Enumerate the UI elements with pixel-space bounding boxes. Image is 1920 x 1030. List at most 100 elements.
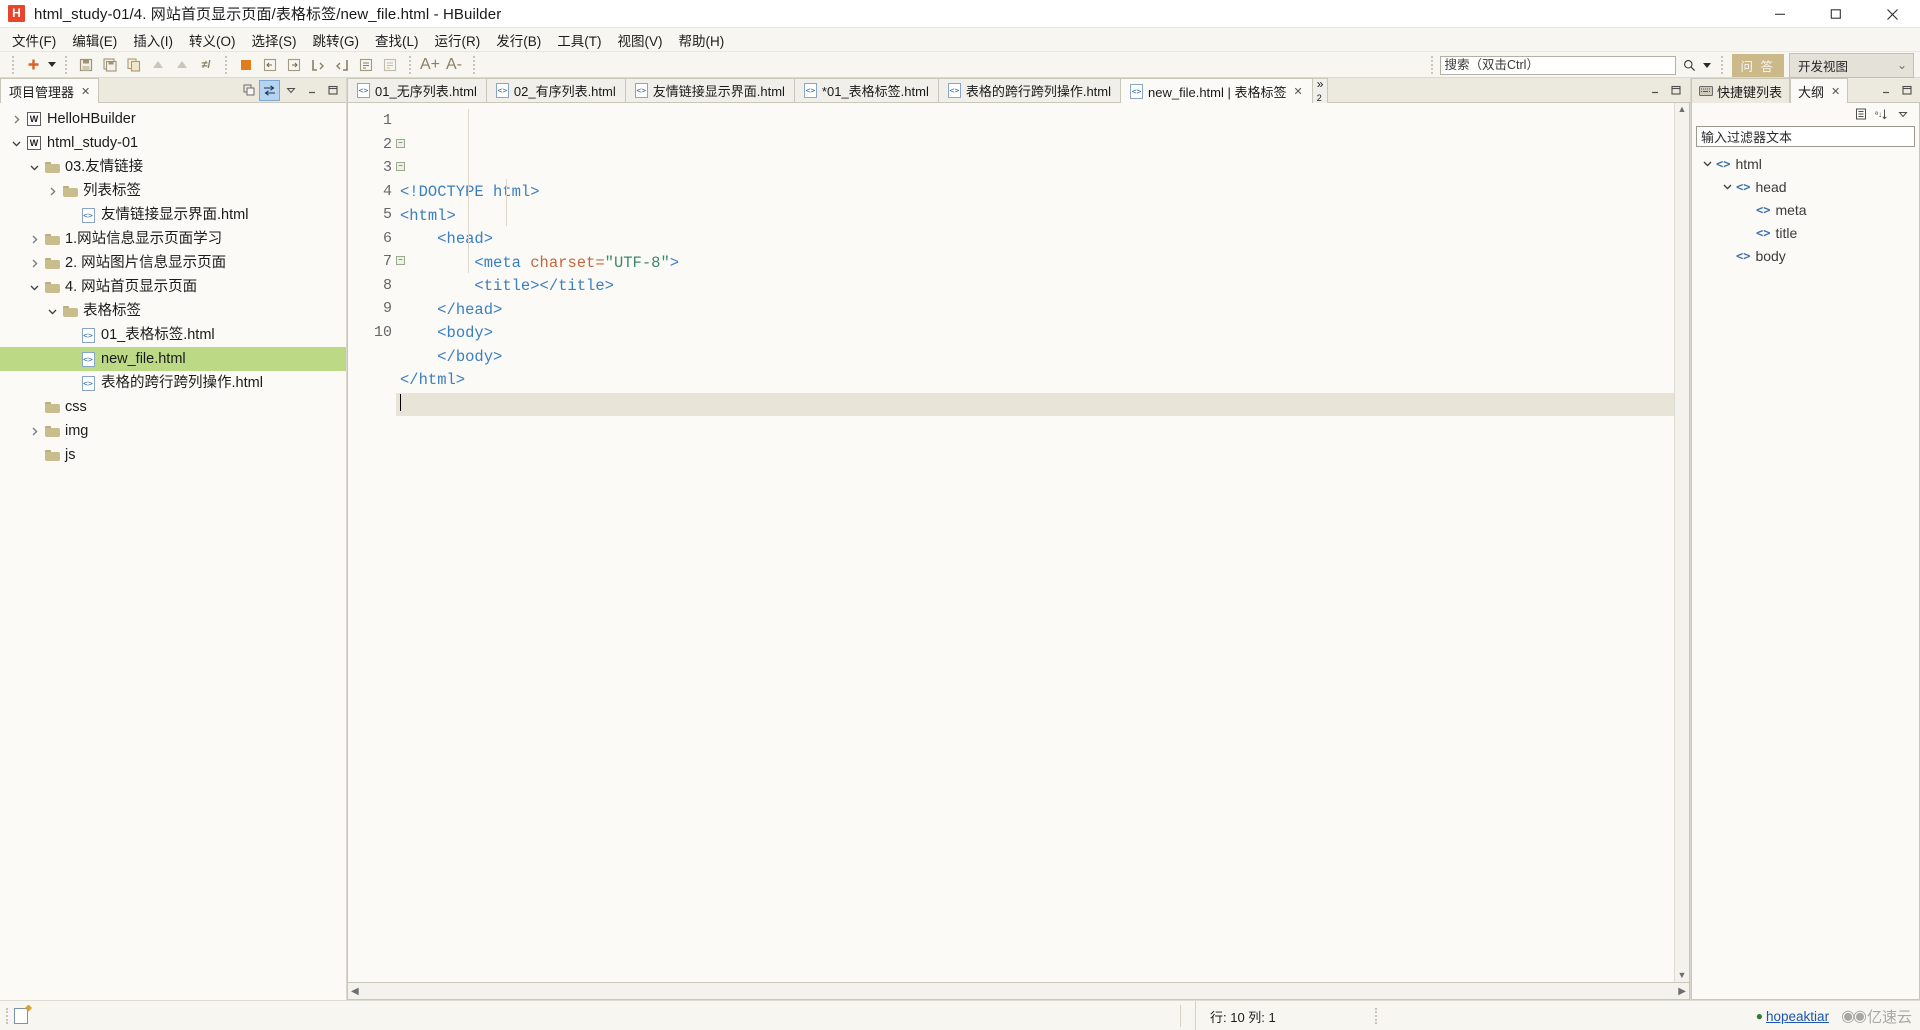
tree-twisty-icon[interactable] xyxy=(8,131,24,155)
code-line[interactable]: </body> xyxy=(396,346,1674,370)
tree-twisty-icon[interactable] xyxy=(26,227,42,251)
tree-item-folder[interactable]: js xyxy=(0,443,346,467)
minimize-icon[interactable] xyxy=(1645,81,1664,100)
font-increase-icon[interactable]: A+ xyxy=(418,54,442,76)
editor-tab[interactable]: <> 01_无序列表.html xyxy=(347,78,487,103)
tree-item-folder[interactable]: 列表标签 xyxy=(0,179,346,203)
stop-icon[interactable] xyxy=(234,54,258,76)
tree-twisty-icon[interactable] xyxy=(26,419,42,443)
editor-horizontal-scrollbar[interactable]: ◀ ▶ xyxy=(347,983,1690,1000)
toggle-panel-icon[interactable] xyxy=(14,1007,28,1024)
sort-icon[interactable]: ª↓ xyxy=(1872,105,1891,124)
code-line[interactable] xyxy=(396,392,1674,416)
tree-twisty-icon[interactable] xyxy=(26,275,42,299)
tree-twisty-icon[interactable] xyxy=(8,107,24,131)
tree-twisty-icon[interactable] xyxy=(62,347,78,371)
tree-twisty-icon[interactable] xyxy=(62,203,78,227)
outline-item[interactable]: <> html xyxy=(1692,152,1919,175)
minimize-icon[interactable] xyxy=(1876,81,1895,100)
indent-right-icon[interactable] xyxy=(282,54,306,76)
minimize-icon[interactable] xyxy=(302,81,321,100)
search-icon[interactable] xyxy=(1679,54,1701,76)
tree-item-file[interactable]: <> new_file.html xyxy=(0,347,346,371)
tree-item-project[interactable]: W HelloHBuilder xyxy=(0,107,346,131)
copy-icon[interactable] xyxy=(122,54,146,76)
search-dropdown-icon[interactable] xyxy=(1701,54,1714,76)
flat-view-icon[interactable] xyxy=(1851,105,1870,124)
outline-filter-input[interactable]: 输入过滤器文本 xyxy=(1696,126,1915,147)
tab-shortcut-list[interactable]: 快捷键列表 xyxy=(1691,78,1791,103)
menu-insert[interactable]: 插入(I) xyxy=(125,28,181,52)
menu-help[interactable]: 帮助(H) xyxy=(671,28,733,52)
outline-twisty-icon[interactable] xyxy=(1718,181,1736,192)
menu-edit[interactable]: 编辑(E) xyxy=(64,28,125,52)
close-icon[interactable]: ✕ xyxy=(81,85,90,98)
code-line[interactable]: <body> xyxy=(396,322,1674,346)
view-menu-icon[interactable] xyxy=(281,81,300,100)
menu-view[interactable]: 视图(V) xyxy=(610,28,671,52)
scroll-up-icon[interactable]: ▲ xyxy=(1678,105,1687,114)
tab-project-explorer[interactable]: 项目管理器 ✕ xyxy=(0,78,100,103)
qa-button[interactable]: 问 答 xyxy=(1731,53,1784,77)
close-button[interactable] xyxy=(1864,0,1920,28)
code-line[interactable]: <!DOCTYPE html> xyxy=(396,181,1674,205)
tree-item-file[interactable]: <> 友情链接显示界面.html xyxy=(0,203,346,227)
scroll-right-icon[interactable]: ▶ xyxy=(1678,986,1686,997)
format-code-icon[interactable]: ≠/ xyxy=(194,54,218,76)
menu-select[interactable]: 选择(S) xyxy=(244,28,305,52)
outdent-icon[interactable] xyxy=(306,54,330,76)
code-editor[interactable]: 1 2−3− 4 5 6 7− 8 9 10 <!DOCTYPE html> <html> <he… xyxy=(347,103,1690,983)
link-with-editor-icon[interactable] xyxy=(259,79,280,101)
tree-twisty-icon[interactable] xyxy=(26,443,42,467)
search-input[interactable]: 搜索（双击Ctrl） xyxy=(1439,55,1676,75)
outline-item[interactable]: <> body xyxy=(1692,244,1919,267)
menu-run[interactable]: 运行(R) xyxy=(427,28,489,52)
save-icon[interactable] xyxy=(74,54,98,76)
menu-file[interactable]: 文件(F) xyxy=(4,28,64,52)
tree-item-folder[interactable]: 03.友情链接 xyxy=(0,155,346,179)
tree-twisty-icon[interactable] xyxy=(44,299,60,323)
editor-tab[interactable]: <> *01_表格标签.html xyxy=(793,78,939,103)
save-all-icon[interactable] xyxy=(98,54,122,76)
code-line[interactable]: </head> xyxy=(396,299,1674,323)
close-icon[interactable]: ✕ xyxy=(1293,85,1302,98)
outline-item[interactable]: <> meta xyxy=(1692,198,1919,221)
editor-tab[interactable]: <> 友情链接显示界面.html xyxy=(624,78,795,103)
tree-item-file[interactable]: <> 表格的跨行跨列操作.html xyxy=(0,371,346,395)
maximize-button[interactable] xyxy=(1808,0,1864,28)
indent-left-icon[interactable] xyxy=(258,54,282,76)
perspective-select[interactable]: 开发视图 ⌄ xyxy=(1789,52,1914,78)
undo-icon[interactable] xyxy=(146,54,170,76)
scroll-down-icon[interactable]: ▼ xyxy=(1678,971,1687,980)
tree-twisty-icon[interactable] xyxy=(26,395,42,419)
uncomment-icon[interactable] xyxy=(378,54,402,76)
tree-twisty-icon[interactable] xyxy=(26,251,42,275)
code-line[interactable]: <title></title> xyxy=(396,275,1674,299)
minimize-button[interactable] xyxy=(1752,0,1808,28)
editor-vertical-scrollbar[interactable]: ▲ ▼ xyxy=(1674,103,1689,982)
tree-item-folder[interactable]: css xyxy=(0,395,346,419)
new-file-dropdown-icon[interactable] xyxy=(45,54,58,76)
tree-item-folder[interactable]: 表格标签 xyxy=(0,299,346,323)
tab-outline[interactable]: 大纲 ✕ xyxy=(1790,78,1849,103)
scroll-left-icon[interactable]: ◀ xyxy=(351,986,359,997)
editor-tab[interactable]: <> 02_有序列表.html xyxy=(485,78,626,103)
new-file-icon[interactable] xyxy=(21,54,45,76)
tree-item-file[interactable]: <> 01_表格标签.html xyxy=(0,323,346,347)
close-icon[interactable]: ✕ xyxy=(1831,85,1840,98)
code-line[interactable]: <html> xyxy=(396,205,1674,229)
code-content[interactable]: <!DOCTYPE html> <html> <head> <meta chars… xyxy=(396,103,1674,982)
tree-twisty-icon[interactable] xyxy=(44,179,60,203)
outline-twisty-icon[interactable] xyxy=(1698,158,1716,169)
menu-publish[interactable]: 发行(B) xyxy=(488,28,549,52)
tree-twisty-icon[interactable] xyxy=(62,323,78,347)
maximize-icon[interactable] xyxy=(323,81,342,100)
code-line[interactable]: <head> xyxy=(396,228,1674,252)
tree-item-folder[interactable]: 1.网站信息显示页面学习 xyxy=(0,227,346,251)
editor-tab[interactable]: <> 表格的跨行跨列操作.html xyxy=(937,78,1122,103)
outline-item[interactable]: <> head xyxy=(1692,175,1919,198)
menu-escape[interactable]: 转义(O) xyxy=(181,28,244,52)
maximize-icon[interactable] xyxy=(1666,81,1685,100)
editor-tab-overflow[interactable]: » 2 xyxy=(1311,78,1329,103)
view-menu-icon[interactable] xyxy=(1893,105,1912,124)
